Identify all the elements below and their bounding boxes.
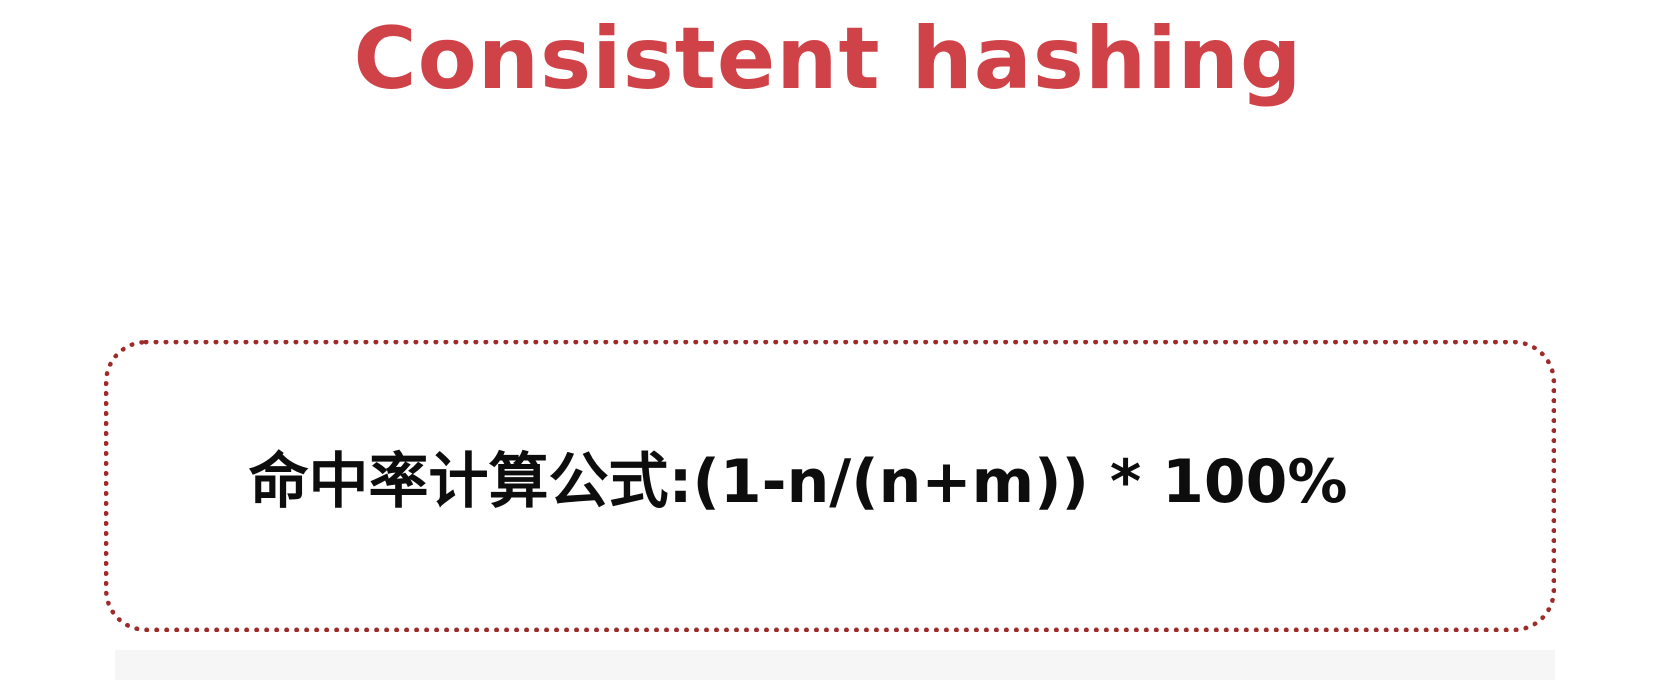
- slide-bottom-strip: [115, 650, 1555, 680]
- hit-rate-formula: 命中率计算公式:(1-n/(n+m)) * 100%: [248, 447, 1348, 517]
- slide-title: Consistent hashing: [353, 9, 1303, 109]
- formula-box: 命中率计算公式:(1-n/(n+m)) * 100%: [104, 340, 1556, 632]
